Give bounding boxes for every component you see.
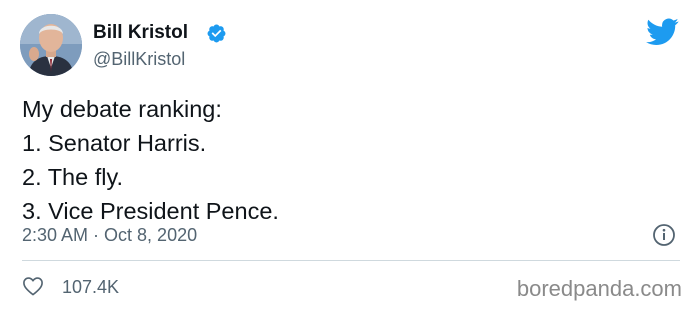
tweet-timestamp[interactable]: 2:30 AM · Oct 8, 2020: [22, 224, 197, 246]
heart-icon[interactable]: [22, 276, 44, 296]
watermark: boredpanda.com: [516, 276, 682, 301]
like-count[interactable]: 107.4K: [62, 276, 119, 298]
info-icon[interactable]: [652, 223, 676, 247]
author-handle[interactable]: @BillKristol: [93, 49, 185, 69]
tweet-card: Bill Kristol @BillKristol My debate rank…: [0, 0, 700, 314]
avatar[interactable]: [20, 14, 82, 76]
tweet-line: 2. The fly.: [22, 164, 124, 190]
tweet-text: My debate ranking: 1. Senator Harris. 2.…: [22, 92, 672, 228]
avatar-image: [20, 14, 82, 76]
tweet-line: 3. Vice President Pence.: [22, 198, 279, 224]
tweet-line: My debate ranking:: [22, 96, 222, 122]
divider: [22, 260, 680, 261]
tweet-line: 1. Senator Harris.: [22, 130, 207, 156]
verified-badge-icon: [207, 24, 226, 43]
twitter-bird-icon[interactable]: [646, 18, 679, 46]
author-name[interactable]: Bill Kristol: [93, 22, 188, 44]
